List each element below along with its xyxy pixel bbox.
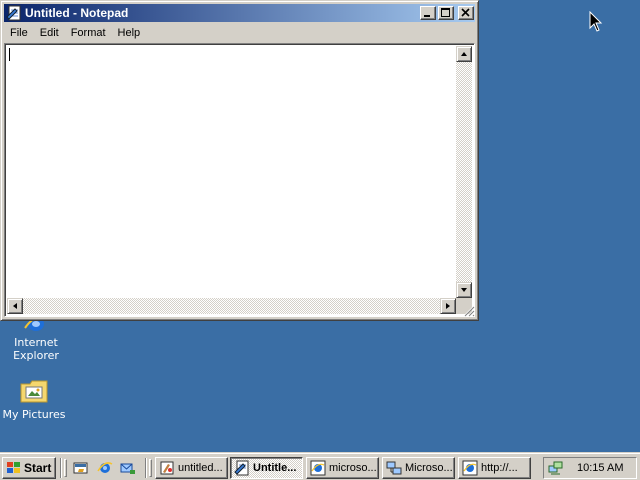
notepad-window[interactable]: Untitled - Notepad File Edit Format Help bbox=[0, 0, 479, 321]
arrow-right-icon bbox=[446, 303, 450, 309]
task-button-ie-http[interactable]: http://... bbox=[458, 457, 531, 479]
title-bar[interactable]: Untitled - Notepad bbox=[4, 4, 475, 22]
resize-grip-icon[interactable] bbox=[463, 305, 475, 317]
desktop-icon-label: Explorer bbox=[13, 349, 59, 362]
network-icon bbox=[386, 461, 402, 475]
notepad-icon[interactable] bbox=[6, 5, 22, 21]
scroll-down-button[interactable] bbox=[456, 282, 472, 298]
system-tray: 10:15 AM bbox=[543, 457, 637, 479]
arrow-left-icon bbox=[13, 303, 17, 309]
task-label: Untitle... bbox=[253, 462, 297, 474]
folder-pictures-icon bbox=[19, 378, 49, 404]
scroll-left-button[interactable] bbox=[7, 298, 23, 314]
desktop-icon-label: My Pictures bbox=[2, 408, 66, 421]
network-tray-icon[interactable] bbox=[548, 460, 564, 476]
menu-format[interactable]: Format bbox=[65, 27, 112, 39]
window-title: Untitled - Notepad bbox=[25, 6, 129, 20]
taskbar-separator bbox=[145, 458, 147, 478]
task-label: untitled... bbox=[178, 462, 223, 474]
menu-help[interactable]: Help bbox=[112, 27, 147, 39]
mouse-cursor-icon bbox=[589, 11, 603, 32]
menu-bar: File Edit Format Help bbox=[4, 23, 475, 42]
text-caret bbox=[9, 48, 10, 61]
task-label: microso... bbox=[329, 462, 377, 474]
close-button[interactable] bbox=[458, 6, 474, 20]
task-label: http://... bbox=[481, 462, 518, 474]
internet-explorer-icon bbox=[462, 460, 478, 476]
outlook-express-icon[interactable] bbox=[120, 460, 136, 476]
text-editor-area[interactable] bbox=[4, 43, 475, 317]
maximize-icon bbox=[441, 8, 450, 17]
scroll-right-button[interactable] bbox=[440, 298, 456, 314]
desktop-icon-my-pictures[interactable]: My Pictures bbox=[0, 378, 70, 421]
task-button-paint[interactable]: untitled... bbox=[155, 457, 228, 479]
vertical-scrollbar[interactable] bbox=[456, 46, 472, 298]
clock[interactable]: 10:15 AM bbox=[577, 462, 623, 474]
task-button-notepad[interactable]: Untitle... bbox=[230, 457, 303, 479]
paint-icon bbox=[160, 461, 174, 475]
task-label: Microso... bbox=[405, 462, 453, 474]
start-label: Start bbox=[24, 461, 52, 475]
internet-explorer-icon[interactable] bbox=[97, 460, 113, 476]
start-button[interactable]: Start bbox=[2, 457, 56, 479]
horizontal-scrollbar[interactable] bbox=[7, 298, 456, 314]
close-icon bbox=[461, 8, 470, 17]
scroll-up-button[interactable] bbox=[456, 46, 472, 62]
notepad-icon bbox=[234, 460, 249, 476]
menu-edit[interactable]: Edit bbox=[34, 27, 65, 39]
taskbar: Start untitled... Untitle... microso... … bbox=[0, 452, 640, 480]
maximize-button[interactable] bbox=[438, 6, 454, 20]
taskbar-separator bbox=[60, 458, 62, 478]
show-desktop-icon[interactable] bbox=[73, 460, 89, 476]
desktop-icon-internet-explorer[interactable]: Internet Explorer bbox=[0, 314, 72, 362]
task-button-network[interactable]: Microso... bbox=[382, 457, 455, 479]
task-area-grip[interactable] bbox=[149, 459, 152, 477]
menu-file[interactable]: File bbox=[4, 27, 34, 39]
minimize-button[interactable] bbox=[420, 6, 436, 20]
arrow-down-icon bbox=[461, 288, 467, 292]
task-button-ie-microsoft[interactable]: microso... bbox=[306, 457, 379, 479]
quick-launch-grip[interactable] bbox=[64, 459, 67, 477]
internet-explorer-icon bbox=[310, 460, 326, 476]
minimize-icon bbox=[424, 15, 430, 17]
desktop-icon-label: Internet bbox=[14, 336, 58, 349]
windows-logo-icon bbox=[7, 462, 20, 473]
arrow-up-icon bbox=[461, 52, 467, 56]
